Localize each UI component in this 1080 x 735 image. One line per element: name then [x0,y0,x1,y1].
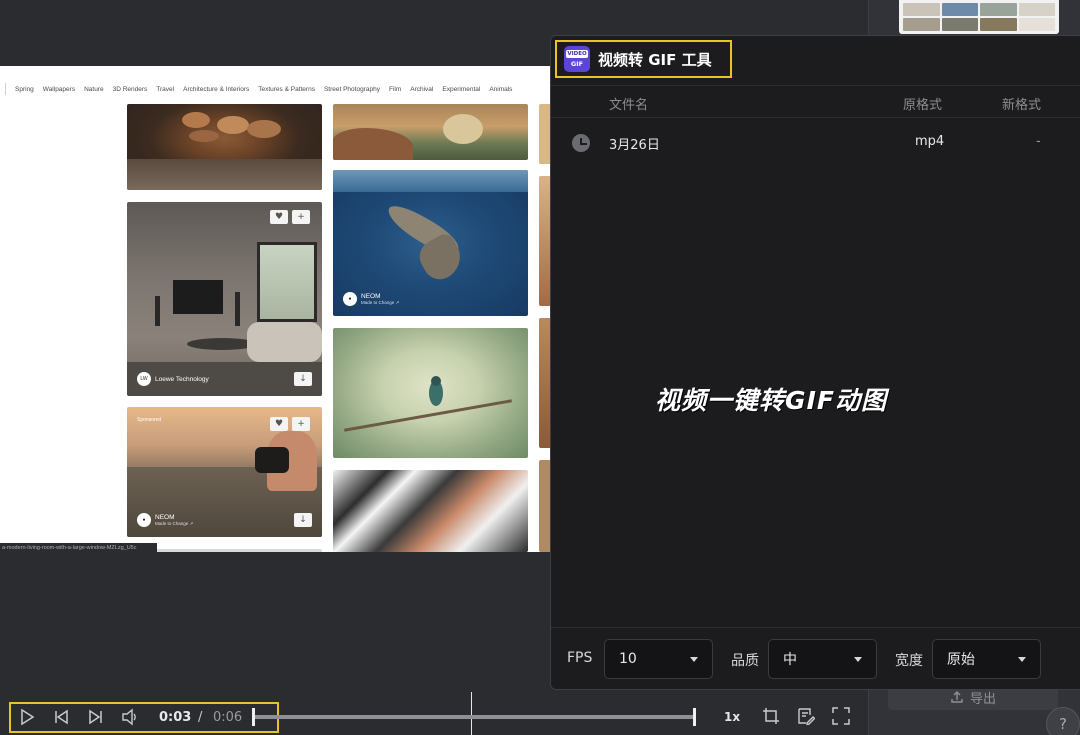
nav-item: Travel [156,85,175,93]
brand-avatar: LW [137,372,151,386]
photo-tile-abstract [333,470,528,552]
like-button[interactable]: ♥ [270,210,288,224]
logo-top-text: VIDEO [566,50,588,58]
chevron-down-icon [690,656,698,662]
gallery-topic-nav: Spring Wallpapers Nature 3D Renders Trav… [0,82,551,96]
photo-tile-painting [333,104,528,160]
add-to-collection-button[interactable]: + [292,210,310,224]
link-status-url: a-modern-living-room-with-a-large-window… [0,543,157,553]
nav-item: Architecture & Interiors [183,85,250,93]
quality-value: 中 [783,652,797,668]
file-original-format: mp4 [915,134,945,149]
table-header-divider [551,117,1080,118]
skip-forward-icon[interactable] [88,707,104,727]
promo-text: 视频一键转GIF动图 [655,386,887,415]
side-thumbnail[interactable] [899,0,1059,34]
nav-item: 3D Renders [112,85,148,93]
crop-icon[interactable] [762,707,780,725]
gif-tool-panel: VIDEO GIF 视频转 GIF 工具 文件名 原格式 新格式 3月26日 m… [550,35,1080,690]
column-header-original-format: 原格式 [903,98,943,113]
brand-avatar: ● [343,292,357,306]
nav-item: Textures & Patterns [258,85,315,93]
fps-label: FPS [567,650,593,666]
photo-tile-island: ● NEOM Made to Change ↗ [333,170,528,316]
nav-item: Street Photography [323,85,380,93]
upload-icon [951,691,963,703]
conversion-options: FPS 10 品质 中 宽度 原始 [551,627,1080,689]
play-icon[interactable] [19,707,35,727]
column-header-filename: 文件名 [609,98,649,113]
playback-speed[interactable]: 1x [724,710,740,724]
nav-item: Archival [410,85,434,93]
app-logo-icon: VIDEO GIF [564,46,590,72]
sponsored-label: Sponsored [137,417,162,423]
nav-item: Wallpapers [42,85,76,93]
download-button[interactable]: ↓ [294,513,312,527]
file-name: 3月26日 [609,138,660,153]
trim-end-handle[interactable] [693,708,696,726]
credit-sub: Made to Change ↗ [361,299,400,305]
help-label: ? [1059,715,1067,733]
timeline-track[interactable] [253,715,696,719]
app-window: 导出 ? Spring Wallpapers Nature 3D Renders… [0,0,1080,735]
photo-tile-hummingbird [333,328,528,458]
current-time: 0:03 [159,710,192,725]
fps-select[interactable]: 10 [604,639,713,679]
photo-tile-stones [127,104,322,190]
photo-credit[interactable]: ● NEOM Made to Change ↗ [137,513,193,527]
nav-item: Film [388,85,402,93]
video-preview: Spring Wallpapers Nature 3D Renders Trav… [0,66,551,552]
gif-tool-header: VIDEO GIF 视频转 GIF 工具 [555,40,732,78]
credit-sub: Made to Change ↗ [155,520,194,526]
credit-name: NEOM [155,513,175,521]
header-divider [551,85,1080,86]
edit-icon[interactable] [797,707,815,725]
nav-item: Experimental [442,85,481,93]
add-to-collection-button[interactable]: + [292,417,310,431]
fps-value: 10 [619,651,637,667]
quality-select[interactable]: 中 [768,639,877,679]
photo-tile-living-room: ♥ + LW Loewe Technology ↓ [127,202,322,396]
width-value: 原始 [947,652,975,668]
column-header-new-format: 新格式 [1002,98,1042,113]
photo-tile-photographer: Sponsored ♥ + ● NEOM Made to Change ↗ ↓ [127,407,322,537]
help-button[interactable]: ? [1046,707,1080,735]
nav-item: Spring [15,85,34,93]
nav-item: Animals [489,85,513,93]
playhead-line[interactable] [471,692,472,735]
clock-icon [572,134,590,152]
width-select[interactable]: 原始 [932,639,1041,679]
width-label: 宽度 [895,653,923,669]
logo-bottom-text: GIF [570,60,584,68]
photo-credit[interactable]: LW Loewe Technology [137,372,209,386]
export-label: 导出 [969,691,996,707]
trim-start-handle[interactable] [252,708,255,726]
photo-credit[interactable]: ● NEOM Made to Change ↗ [343,292,399,306]
credit-name: NEOM [361,292,381,300]
chevron-down-icon [854,656,862,662]
download-button[interactable]: ↓ [294,372,312,386]
nav-item: Nature [84,85,104,93]
file-new-format: - [1036,134,1041,149]
quality-label: 品质 [731,653,759,669]
total-time: 0:06 [213,710,243,725]
time-separator: / [198,710,203,725]
gif-tool-title: 视频转 GIF 工具 [598,50,712,69]
brand-avatar: ● [137,513,151,527]
chevron-down-icon [1018,656,1026,662]
skip-back-icon[interactable] [53,707,69,727]
volume-icon[interactable] [121,707,139,727]
fullscreen-icon[interactable] [832,707,850,725]
like-button[interactable]: ♥ [270,417,288,431]
credit-name: Loewe Technology [155,375,209,383]
